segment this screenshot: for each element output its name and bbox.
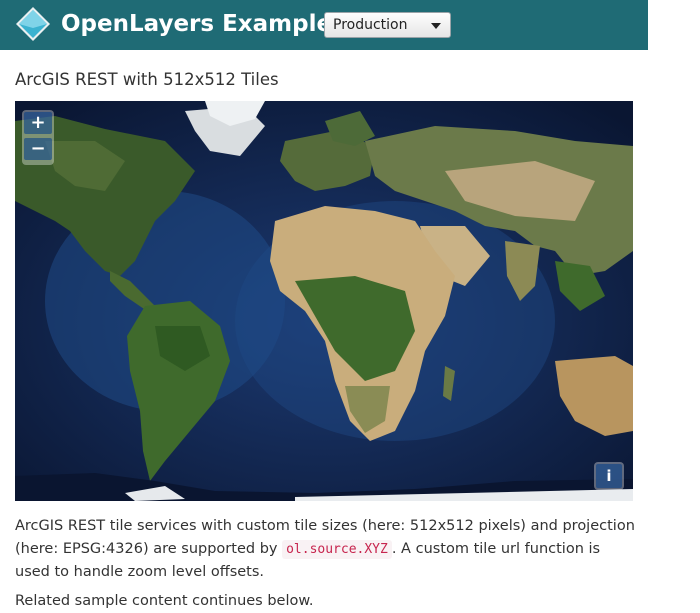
code-snippet: ol.source.XYZ xyxy=(282,540,392,559)
zoom-in-button[interactable]: + xyxy=(24,112,52,134)
example-description: ArcGIS REST tile services with custom ti… xyxy=(15,515,635,584)
mode-select[interactable]: Production xyxy=(324,12,451,38)
zoom-control: + − xyxy=(22,110,54,165)
mode-select-value: Production xyxy=(333,17,408,33)
attribution-control: i xyxy=(594,462,624,490)
top-navbar: OpenLayers Examples Production xyxy=(0,0,648,50)
map-viewport[interactable] xyxy=(15,101,633,501)
attribution-info-button[interactable]: i xyxy=(596,464,622,488)
brand-title[interactable]: OpenLayers Examples xyxy=(61,9,346,39)
world-map-imagery xyxy=(15,101,633,501)
chevron-down-icon xyxy=(431,23,441,29)
description-next-line: Related sample content continues below. xyxy=(15,593,314,609)
zoom-out-button[interactable]: − xyxy=(24,138,52,160)
page-title: ArcGIS REST with 512x512 Tiles xyxy=(15,70,279,89)
openlayers-logo-icon[interactable] xyxy=(15,6,51,42)
